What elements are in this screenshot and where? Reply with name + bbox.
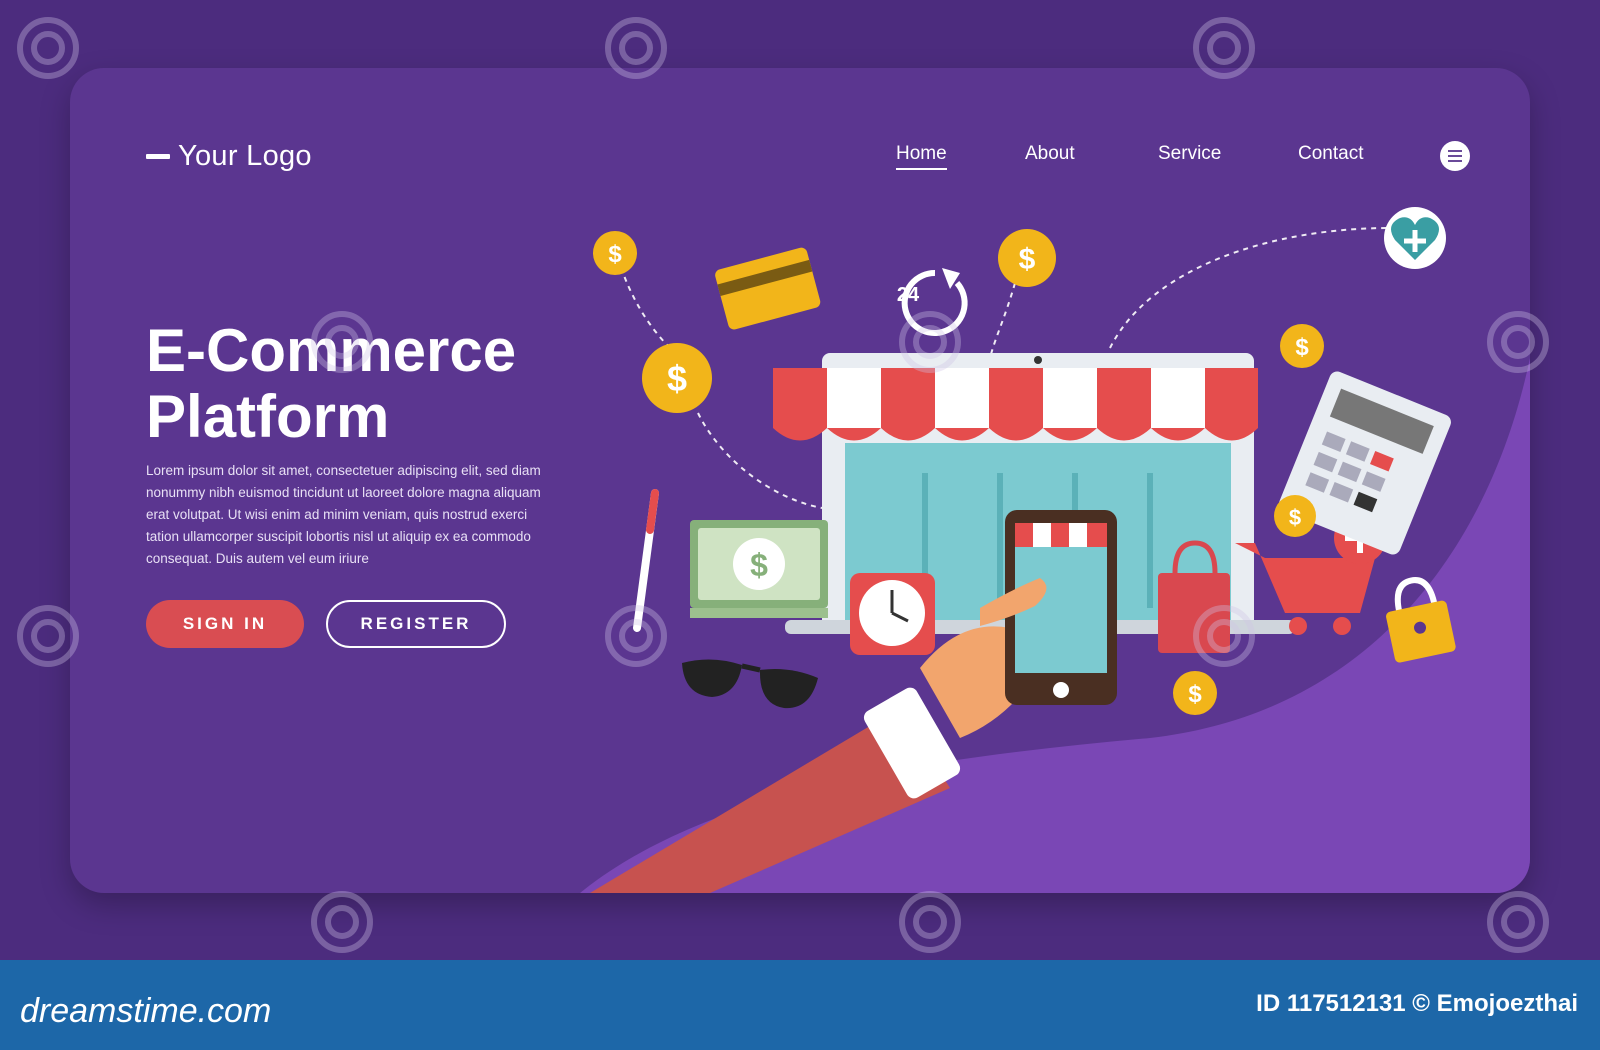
footer-brand[interactable]: dreamstime.com bbox=[20, 992, 271, 1031]
cash-stack-icon: $ bbox=[690, 520, 828, 618]
clock-24-text: 24 bbox=[897, 284, 920, 306]
ecommerce-illustration: $ 24 $ $ $ $ $ $ bbox=[590, 207, 1456, 893]
svg-text:$: $ bbox=[667, 358, 687, 399]
coin-icon: $ bbox=[1173, 671, 1217, 715]
landing-page-card: Your Logo Home About Service Contact E-C… bbox=[70, 68, 1530, 893]
svg-text:$: $ bbox=[1289, 505, 1301, 530]
coin-icon: $ bbox=[642, 343, 712, 413]
stock-footer-bar: dreamstime.com ID 117512131 © Emojoeztha… bbox=[0, 960, 1600, 1050]
24-hour-service-icon: 24 bbox=[897, 268, 968, 336]
pen-icon bbox=[633, 489, 659, 632]
svg-text:$: $ bbox=[750, 547, 768, 583]
svg-text:$: $ bbox=[608, 241, 622, 268]
coin-icon: $ bbox=[1280, 324, 1324, 368]
coin-icon: $ bbox=[593, 231, 637, 275]
sunglasses-icon bbox=[682, 659, 818, 709]
svg-text:$: $ bbox=[1295, 334, 1309, 361]
coin-icon: $ bbox=[998, 229, 1056, 287]
padlock-icon bbox=[1386, 577, 1456, 663]
wall-clock-icon bbox=[850, 573, 935, 655]
credit-card-icon bbox=[715, 247, 821, 330]
coin-icon: $ bbox=[1274, 495, 1316, 537]
svg-text:$: $ bbox=[1019, 243, 1036, 276]
footer-image-id: ID 117512131 © Emojoezthai bbox=[1256, 990, 1578, 1017]
health-heart-icon bbox=[1384, 207, 1446, 269]
svg-text:$: $ bbox=[1188, 681, 1202, 708]
